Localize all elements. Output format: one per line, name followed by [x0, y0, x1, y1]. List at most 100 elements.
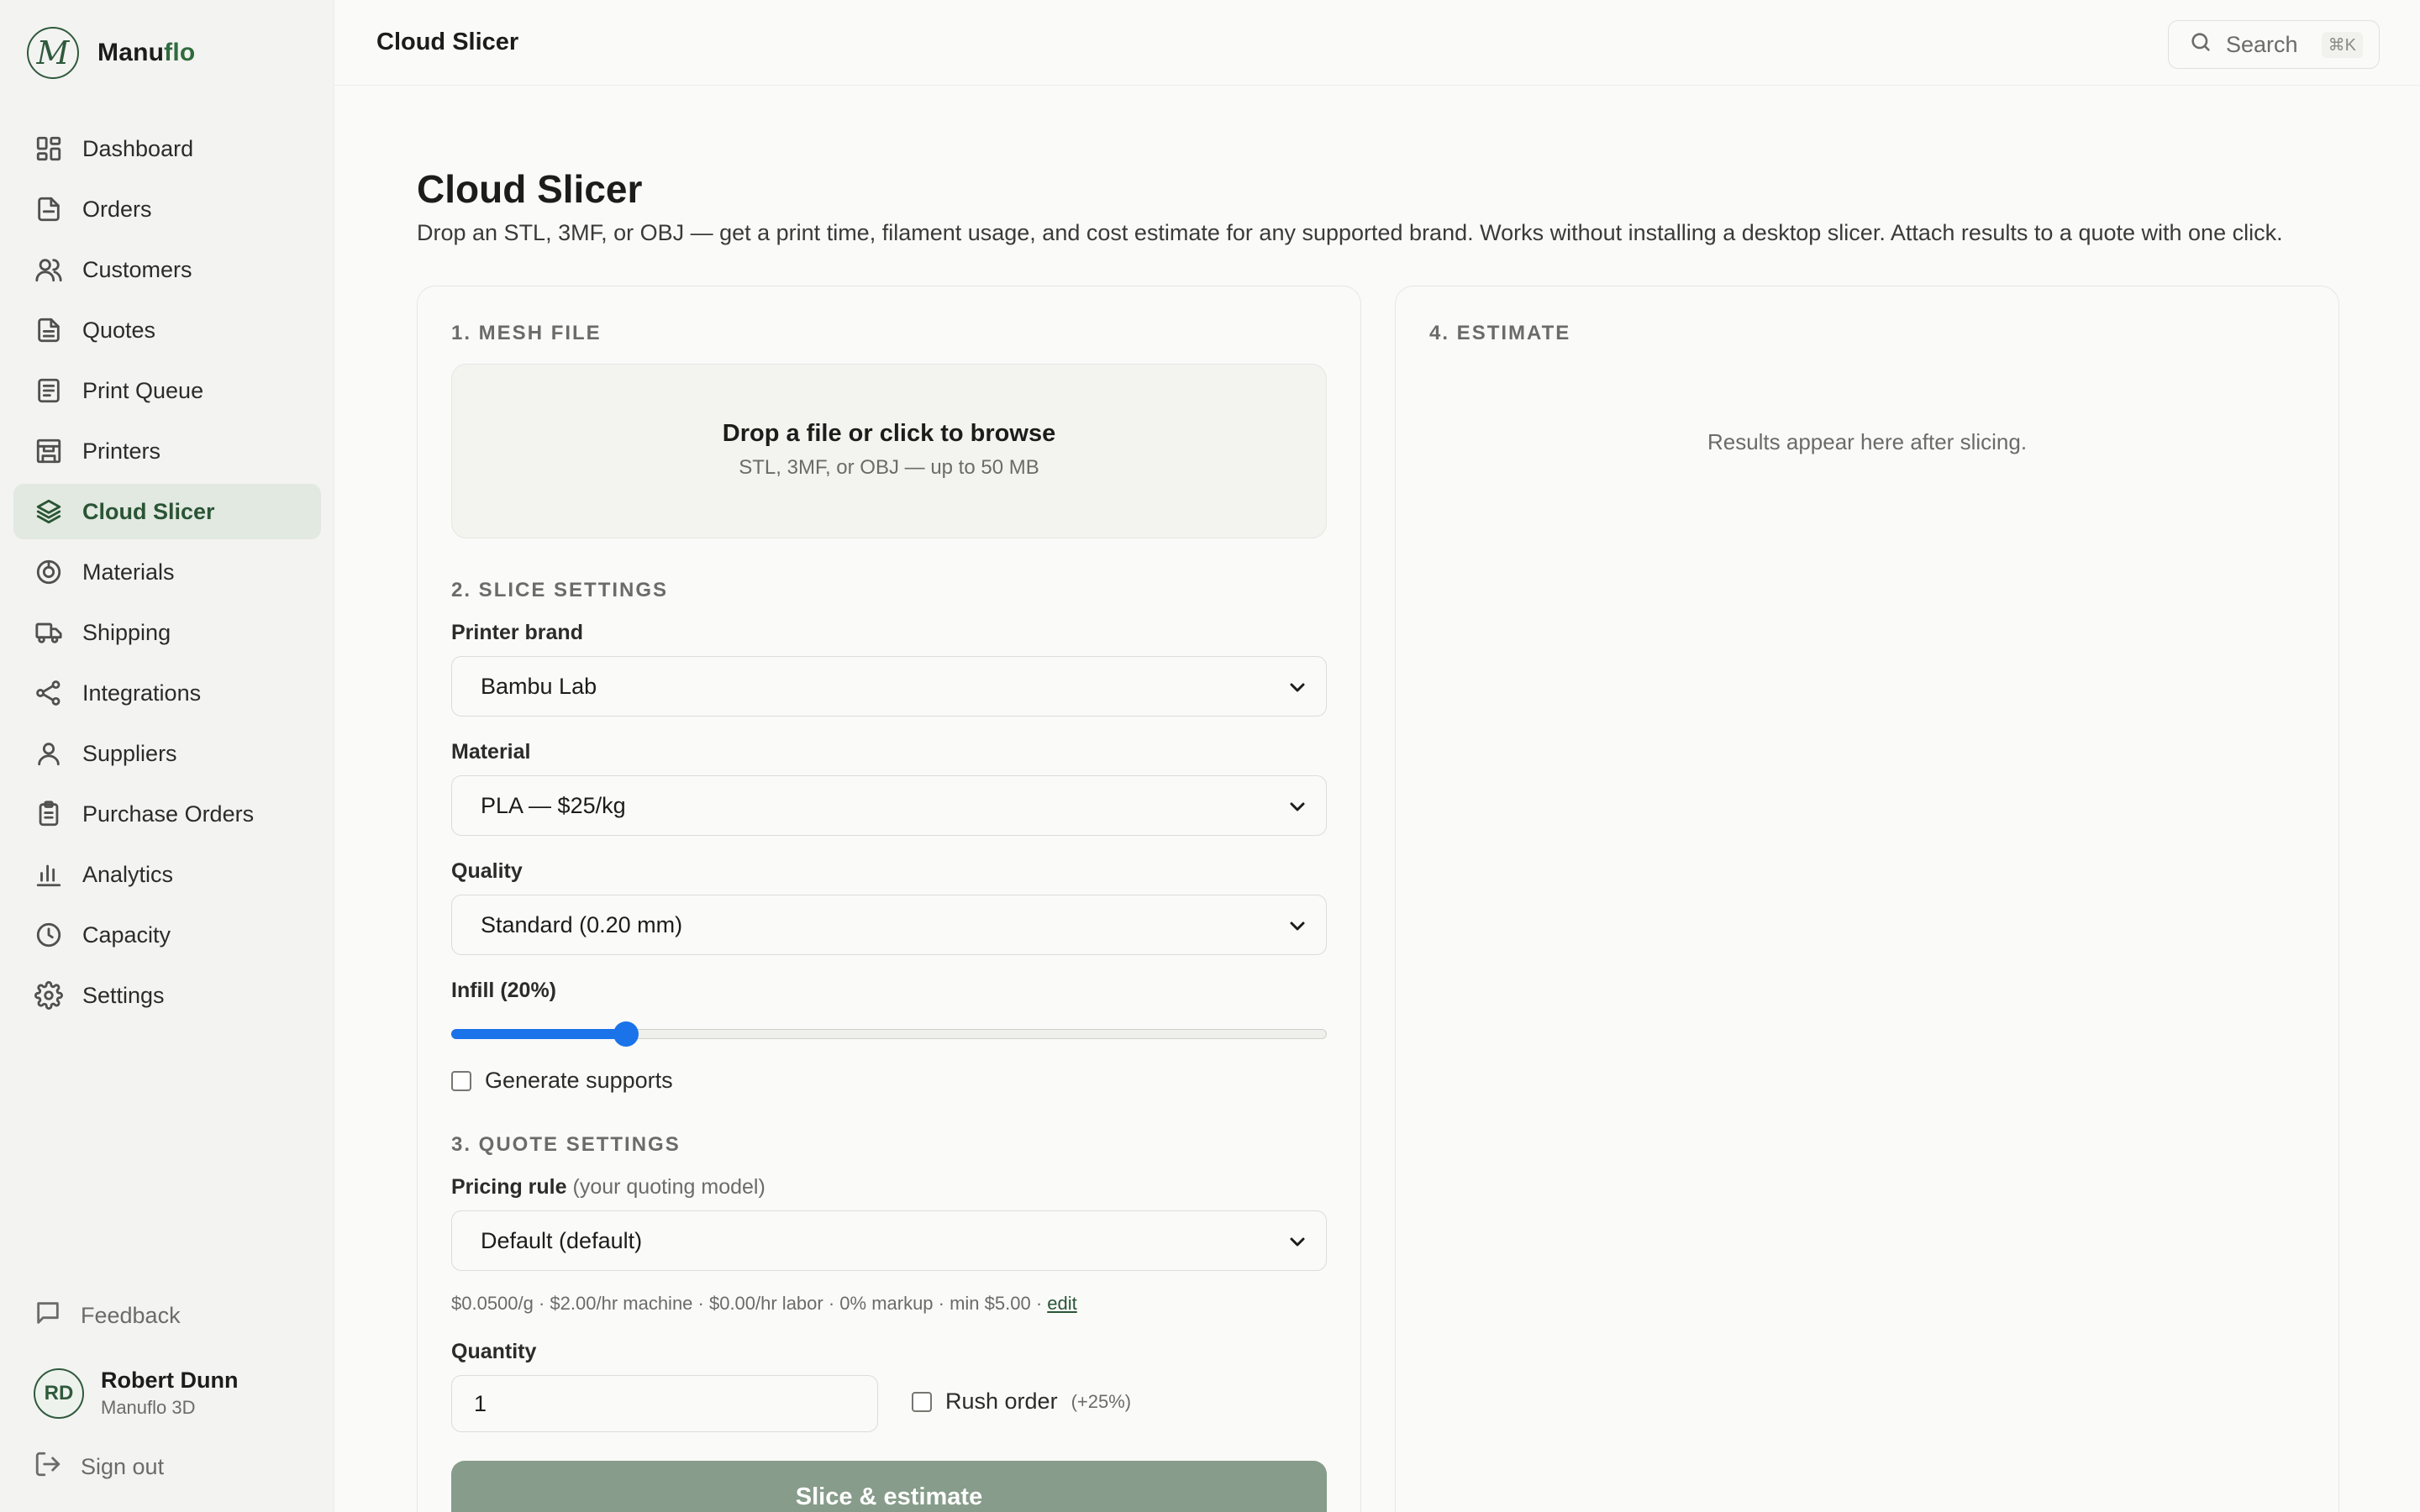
sidebar-item-label: Analytics	[82, 861, 174, 887]
sidebar-item-label: Quotes	[82, 317, 156, 343]
quantity-label: Quantity	[451, 1340, 537, 1363]
avatar: RD	[34, 1368, 84, 1419]
sidebar-item-label: Purchase Orders	[82, 801, 255, 827]
file-dropzone[interactable]: Drop a file or click to browse STL, 3MF,…	[451, 364, 1327, 538]
feedback-label: Feedback	[81, 1303, 181, 1328]
brand-name: Manuflo	[97, 39, 195, 67]
rush-order-row[interactable]: Rush order (+25%)	[912, 1389, 1131, 1415]
user-org: Manuflo 3D	[101, 1397, 196, 1418]
sidebar-item-suppliers[interactable]: Suppliers	[13, 726, 321, 781]
customers-icon	[34, 255, 64, 285]
search-label: Search	[2226, 31, 2298, 57]
pricing-edit-link[interactable]: edit	[1047, 1293, 1076, 1314]
printer-brand-label: Printer brand	[451, 621, 583, 644]
search-button[interactable]: Search ⌘K	[2168, 20, 2380, 69]
section-estimate: 4. ESTIMATE	[1429, 322, 1571, 344]
sidebar-item-analytics[interactable]: Analytics	[13, 847, 321, 902]
search-icon	[2189, 30, 2212, 60]
topbar-title: Cloud Slicer	[376, 29, 519, 55]
print-queue-icon	[34, 375, 64, 406]
sign-out-label: Sign out	[81, 1454, 165, 1479]
feedback-link[interactable]: Feedback	[34, 1299, 181, 1333]
pricing-details-text: $0.0500/g · $2.00/hr machine · $0.00/hr …	[451, 1293, 1048, 1314]
slider-thumb[interactable]	[613, 1021, 639, 1047]
sidebar-item-materials[interactable]: Materials	[13, 544, 321, 600]
bar-chart-icon	[34, 859, 64, 890]
sidebar-item-cloud-slicer[interactable]: Cloud Slicer	[13, 484, 321, 539]
generate-supports-row[interactable]: Generate supports	[451, 1068, 673, 1094]
sidebar-item-label: Print Queue	[82, 377, 204, 403]
sidebar-item-label: Materials	[82, 559, 175, 585]
material-label: Material	[451, 740, 531, 764]
brand-name-main: Manu	[97, 39, 165, 66]
material-select[interactable]: PLA — $25/kg	[451, 775, 1327, 836]
chevron-down-icon	[1287, 916, 1307, 936]
quantity-input[interactable]: 1	[451, 1375, 878, 1432]
sidebar-item-label: Customers	[82, 256, 192, 282]
dropzone-title: Drop a file or click to browse	[722, 420, 1056, 447]
generate-supports-checkbox[interactable]	[451, 1070, 471, 1091]
brand[interactable]: M Manuflo	[27, 27, 195, 79]
share-icon	[34, 678, 64, 708]
printer-brand-select[interactable]: Bambu Lab	[451, 656, 1327, 717]
sidebar-item-label: Capacity	[82, 921, 171, 948]
slider-fill	[451, 1029, 626, 1039]
top-bar: Cloud Slicer Search ⌘K	[334, 0, 2420, 86]
chevron-down-icon	[1287, 1231, 1307, 1252]
sidebar-item-label: Shipping	[82, 619, 171, 645]
sidebar-item-shipping[interactable]: Shipping	[13, 605, 321, 660]
infill-slider[interactable]	[451, 1021, 1327, 1047]
user-profile[interactable]: RD Robert Dunn Manuflo 3D	[34, 1368, 238, 1419]
sidebar-item-printers[interactable]: Printers	[13, 423, 321, 479]
rush-order-hint: (+25%)	[1071, 1390, 1132, 1412]
sidebar-item-quotes[interactable]: Quotes	[13, 302, 321, 358]
gear-icon	[34, 980, 64, 1011]
sign-out-button[interactable]: Sign out	[34, 1450, 164, 1484]
message-icon	[34, 1299, 62, 1333]
material-value: PLA — $25/kg	[481, 792, 626, 818]
slice-estimate-button[interactable]: Slice & estimate	[451, 1461, 1327, 1512]
sidebar-nav: Dashboard Orders Customers Quotes Print …	[13, 121, 321, 1028]
section-slice-settings: 2. SLICE SETTINGS	[451, 579, 669, 601]
quotes-icon	[34, 315, 64, 345]
sidebar-item-settings[interactable]: Settings	[13, 968, 321, 1023]
infill-label: Infill (20%)	[451, 979, 557, 1002]
rush-order-label: Rush order	[945, 1389, 1058, 1414]
sidebar-item-print-queue[interactable]: Print Queue	[13, 363, 321, 418]
page-description: Drop an STL, 3MF, or OBJ — get a print t…	[417, 220, 2283, 245]
search-shortcut: ⌘K	[2321, 31, 2363, 58]
dropzone-subtitle: STL, 3MF, or OBJ — up to 50 MB	[739, 456, 1039, 479]
printer-icon	[34, 436, 64, 466]
pricing-rule-hint: (your quoting model)	[572, 1175, 765, 1199]
quantity-value: 1	[474, 1390, 487, 1416]
estimate-card: 4. ESTIMATE Results appear here after sl…	[1395, 286, 2339, 1512]
brand-name-accent: flo	[164, 39, 196, 66]
sidebar-item-purchase-orders[interactable]: Purchase Orders	[13, 786, 321, 842]
slicer-form-card: 1. MESH FILE Drop a file or click to bro…	[417, 286, 1361, 1512]
sidebar-item-label: Cloud Slicer	[82, 498, 215, 524]
materials-icon	[34, 557, 64, 587]
brand-logo: M	[27, 27, 79, 79]
section-mesh-file: 1. MESH FILE	[451, 322, 602, 344]
sidebar-item-orders[interactable]: Orders	[13, 181, 321, 237]
sidebar-item-label: Dashboard	[82, 135, 194, 161]
sign-out-icon	[34, 1450, 62, 1484]
quality-select[interactable]: Standard (0.20 mm)	[451, 895, 1327, 955]
sidebar-item-label: Settings	[82, 982, 165, 1008]
pricing-rule-label-text: Pricing rule	[451, 1175, 567, 1199]
section-quote-settings: 3. QUOTE SETTINGS	[451, 1133, 681, 1156]
sidebar-item-capacity[interactable]: Capacity	[13, 907, 321, 963]
sidebar: M Manuflo Dashboard Orders Customers Quo…	[0, 0, 334, 1512]
pricing-rule-value: Default (default)	[481, 1227, 643, 1253]
pricing-rule-label: Pricing rule (your quoting model)	[451, 1175, 765, 1200]
chevron-down-icon	[1287, 796, 1307, 816]
quality-label: Quality	[451, 859, 523, 883]
sidebar-item-dashboard[interactable]: Dashboard	[13, 121, 321, 176]
pricing-rule-select[interactable]: Default (default)	[451, 1210, 1327, 1271]
sidebar-item-customers[interactable]: Customers	[13, 242, 321, 297]
rush-order-checkbox[interactable]	[912, 1391, 932, 1412]
sidebar-item-integrations[interactable]: Integrations	[13, 665, 321, 721]
printer-brand-value: Bambu Lab	[481, 673, 597, 699]
quality-value: Standard (0.20 mm)	[481, 911, 683, 937]
generate-supports-label: Generate supports	[485, 1068, 673, 1093]
